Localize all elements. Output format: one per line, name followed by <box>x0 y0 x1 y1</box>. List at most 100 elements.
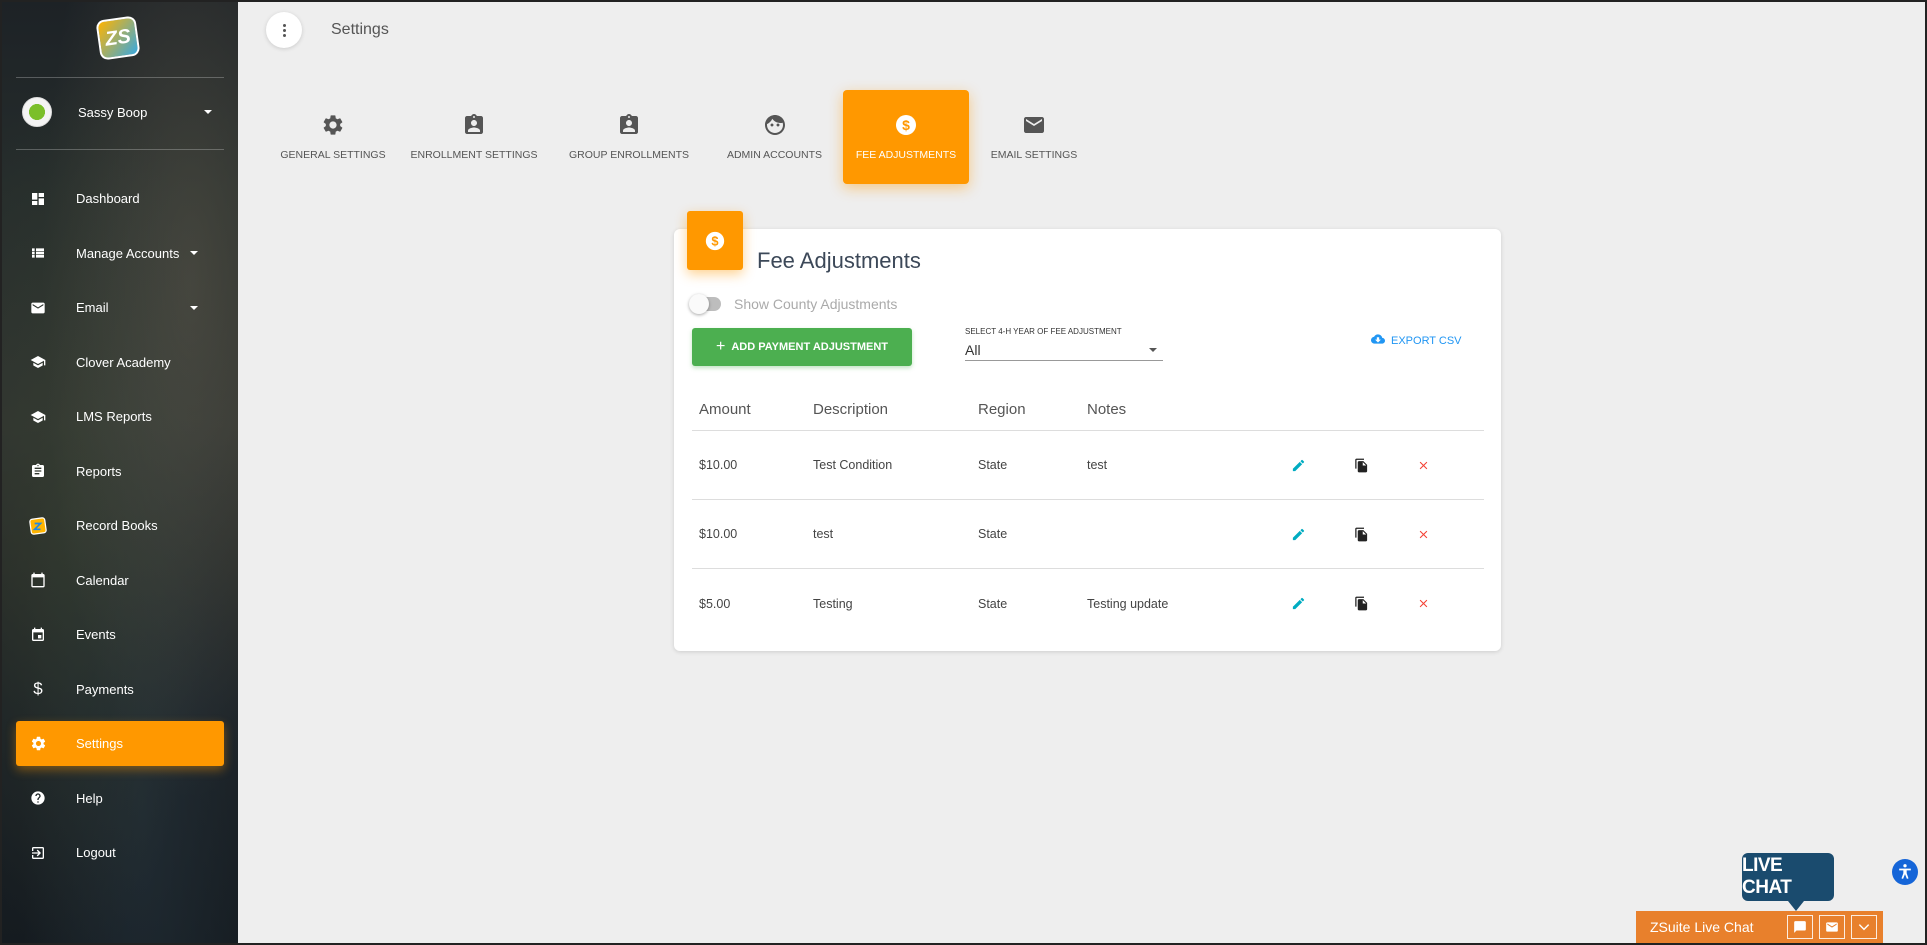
sidebar-item-payments[interactable]: $ Payments <box>16 667 224 712</box>
cell-amount: $5.00 <box>699 596 731 611</box>
card-title: Fee Adjustments <box>757 248 921 273</box>
add-payment-adjustment-button[interactable]: + ADD PAYMENT ADJUSTMENT <box>692 328 912 366</box>
edit-icon[interactable] <box>1286 592 1310 616</box>
sidebar-item-reports[interactable]: Reports <box>16 449 224 494</box>
close-icon[interactable] <box>1411 453 1435 477</box>
column-header-amount: Amount <box>699 401 751 418</box>
year-select-label: SELECT 4-H YEAR OF FEE ADJUSTMENT <box>965 327 1122 336</box>
chat-message-icon[interactable] <box>1787 915 1813 939</box>
year-select-value[interactable]: All <box>965 339 1163 361</box>
sidebar-item-dashboard[interactable]: Dashboard <box>16 176 224 221</box>
accessibility-icon[interactable] <box>1892 859 1918 885</box>
copy-icon[interactable] <box>1349 522 1373 546</box>
tab-enrollment-settings[interactable]: ENROLLMENT SETTINGS <box>396 90 552 184</box>
logout-icon <box>28 843 48 863</box>
year-select[interactable]: SELECT 4-H YEAR OF FEE ADJUSTMENT All <box>965 327 1163 361</box>
copy-icon[interactable] <box>1349 592 1373 616</box>
svg-text:$: $ <box>711 233 718 248</box>
cell-amount: $10.00 <box>699 458 738 472</box>
sidebar-item-clover-academy[interactable]: Clover Academy <box>16 340 224 385</box>
dollar-circle-icon: $ <box>894 113 918 137</box>
tab-group-enrollments[interactable]: GROUP ENROLLMENTS <box>552 90 706 184</box>
fee-adjustments-card: $ Fee Adjustments Show County Adjustment… <box>674 211 1501 651</box>
user-menu[interactable]: Sassy Boop <box>22 96 212 128</box>
sidebar-item-logout[interactable]: Logout <box>16 830 224 875</box>
column-header-description: Description <box>813 401 889 418</box>
face-icon <box>763 113 787 137</box>
more-vert-icon <box>282 23 286 37</box>
toggle-label: Show County Adjustments <box>734 296 898 312</box>
clipboard-icon <box>28 461 48 481</box>
live-chat-bubble[interactable]: LIVE CHAT <box>1742 853 1834 911</box>
edit-icon[interactable] <box>1286 453 1310 477</box>
cell-description: Testing <box>813 596 853 611</box>
sidebar-item-settings[interactable]: Settings <box>16 721 224 766</box>
zs-logo[interactable]: ZS <box>95 15 141 61</box>
chevron-down-icon <box>190 251 198 255</box>
tab-general-settings[interactable]: GENERAL SETTINGS <box>270 90 396 184</box>
tab-admin-accounts[interactable]: ADMIN ACCOUNTS <box>706 90 843 184</box>
chevron-down-icon[interactable] <box>1851 915 1877 939</box>
sidebar: ZS Sassy Boop Dashboard Manage Accounts … <box>0 0 238 945</box>
email-icon <box>1022 113 1046 137</box>
cell-region: State <box>978 527 1008 541</box>
more-menu-button[interactable] <box>266 12 302 48</box>
dollar-icon: $ <box>33 679 43 698</box>
table-row: $10.00 test State <box>692 500 1484 569</box>
school-icon <box>28 352 48 372</box>
cell-region: State <box>978 596 1008 611</box>
table-row: $5.00 Testing State Testing update <box>692 569 1484 638</box>
row-actions <box>1277 522 1484 546</box>
sidebar-item-lms-reports[interactable]: LMS Reports <box>16 394 224 439</box>
sidebar-divider <box>16 149 224 150</box>
cell-notes: Testing update <box>1087 596 1169 611</box>
sidebar-item-events[interactable]: Events <box>16 612 224 657</box>
event-icon <box>28 625 48 645</box>
row-actions <box>1277 453 1484 477</box>
cell-description: Test Condition <box>813 458 893 472</box>
edit-icon[interactable] <box>1286 522 1310 546</box>
live-chat-bar[interactable]: ZSuite Live Chat <box>1636 911 1883 943</box>
close-icon[interactable] <box>1411 592 1435 616</box>
tab-fee-adjustments[interactable]: $ FEE ADJUSTMENTS <box>843 90 969 184</box>
avatar <box>22 97 52 127</box>
county-adjustments-toggle-row: Show County Adjustments <box>689 294 898 314</box>
sidebar-item-manage-accounts[interactable]: Manage Accounts <box>16 231 224 276</box>
table-row: $10.00 Test Condition State test <box>692 431 1484 500</box>
column-header-notes: Notes <box>1087 401 1127 418</box>
chevron-down-icon <box>204 110 212 114</box>
badge-icon <box>462 113 486 137</box>
zs-logo-icon <box>28 516 48 536</box>
fee-adjustments-table: Amount Description Region Notes $10.00 T… <box>692 389 1484 638</box>
email-icon <box>28 298 48 318</box>
chat-email-icon[interactable] <box>1819 915 1845 939</box>
page-title: Settings <box>331 21 389 38</box>
calendar-icon <box>28 570 48 590</box>
tab-email-settings[interactable]: EMAIL SETTINGS <box>969 90 1099 184</box>
column-header-region: Region <box>978 401 1026 418</box>
close-icon[interactable] <box>1411 522 1435 546</box>
copy-icon[interactable] <box>1349 453 1373 477</box>
sidebar-item-email[interactable]: Email <box>16 285 224 330</box>
badge-icon <box>617 113 641 137</box>
help-icon <box>28 788 48 808</box>
table-header: Amount Description Region Notes <box>692 389 1484 431</box>
sidebar-item-help[interactable]: Help <box>16 776 224 821</box>
plus-icon: + <box>715 338 726 355</box>
sidebar-item-calendar[interactable]: Calendar <box>16 558 224 603</box>
user-name: Sassy Boop <box>78 104 148 120</box>
sidebar-nav: Dashboard Manage Accounts Email Clover A… <box>16 176 224 885</box>
school-icon <box>28 407 48 427</box>
chevron-down-icon <box>190 305 198 310</box>
cell-region: State <box>978 458 1008 472</box>
county-adjustments-toggle[interactable] <box>689 294 721 314</box>
dashboard-icon <box>28 189 48 209</box>
cloud-download-icon <box>1370 332 1386 349</box>
row-actions <box>1277 592 1484 616</box>
live-chat-label: ZSuite Live Chat <box>1650 919 1754 935</box>
export-csv-button[interactable]: EXPORT CSV <box>1370 332 1462 349</box>
gear-icon <box>321 113 345 137</box>
sidebar-item-record-books[interactable]: Record Books <box>16 503 224 548</box>
settings-tabs: GENERAL SETTINGS ENROLLMENT SETTINGS GRO… <box>270 90 1099 184</box>
cell-amount: $10.00 <box>699 527 738 541</box>
